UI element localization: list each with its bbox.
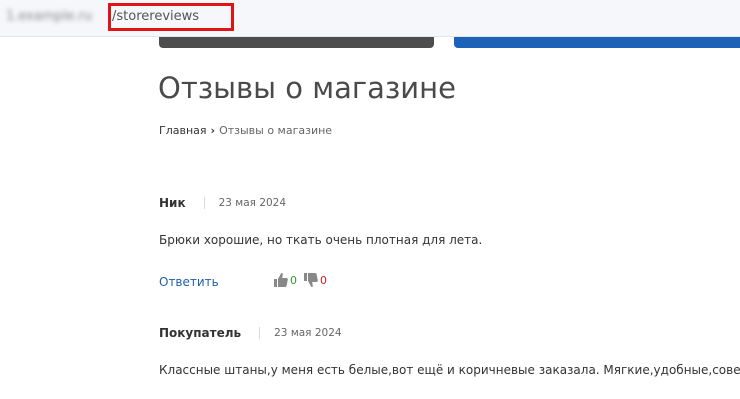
breadcrumb-home-link[interactable]: Главная: [159, 124, 207, 137]
review-header-divider: [203, 197, 205, 209]
breadcrumb-current: Отзывы о магазине: [219, 124, 333, 137]
url-host-blurred: 1.example.ru: [6, 9, 93, 24]
like-button[interactable]: 0: [274, 272, 297, 290]
header-blue-button[interactable]: [454, 37, 740, 48]
thumbs-up-icon: [274, 272, 288, 287]
review-item: Покупатель 23 мая 2024 Классные штаны,у м…: [159, 324, 740, 377]
dislike-count: 0: [320, 274, 327, 287]
reply-link[interactable]: Ответить: [159, 274, 219, 290]
page-title: Отзывы о магазине: [158, 71, 456, 105]
review-text: Классные штаны,у меня есть белые,вот ещё…: [159, 363, 740, 377]
address-bar[interactable]: 1.example.ru /storereviews: [0, 0, 740, 37]
review-date: 23 мая 2024: [218, 197, 287, 209]
review-header-divider: [259, 327, 261, 339]
dislike-button[interactable]: 0: [304, 272, 327, 290]
thumbs-down-icon: [304, 273, 318, 288]
review-header: Ник 23 мая 2024: [159, 194, 740, 212]
chevron-right-icon: ›: [210, 124, 216, 137]
review-date: 23 мая 2024: [274, 327, 342, 339]
review-author: Покупатель: [159, 326, 242, 340]
review-item: Ник 23 мая 2024 Брюки хорошие, но ткать о…: [159, 194, 740, 289]
review-author: Ник: [159, 196, 186, 210]
review-header: Покупатель 23 мая 2024: [159, 324, 740, 342]
page: 1.example.ru /storereviews Отзывы о мага…: [0, 0, 740, 399]
like-count: 0: [290, 274, 297, 287]
breadcrumb: Главная › Отзывы о магазине: [159, 124, 332, 138]
review-text: Брюки хорошие, но ткать очень плотная дл…: [159, 233, 483, 247]
url-highlight-box: [108, 3, 234, 31]
review-actions: Ответить 0 0: [159, 272, 459, 290]
header-dark-button[interactable]: [159, 37, 434, 48]
